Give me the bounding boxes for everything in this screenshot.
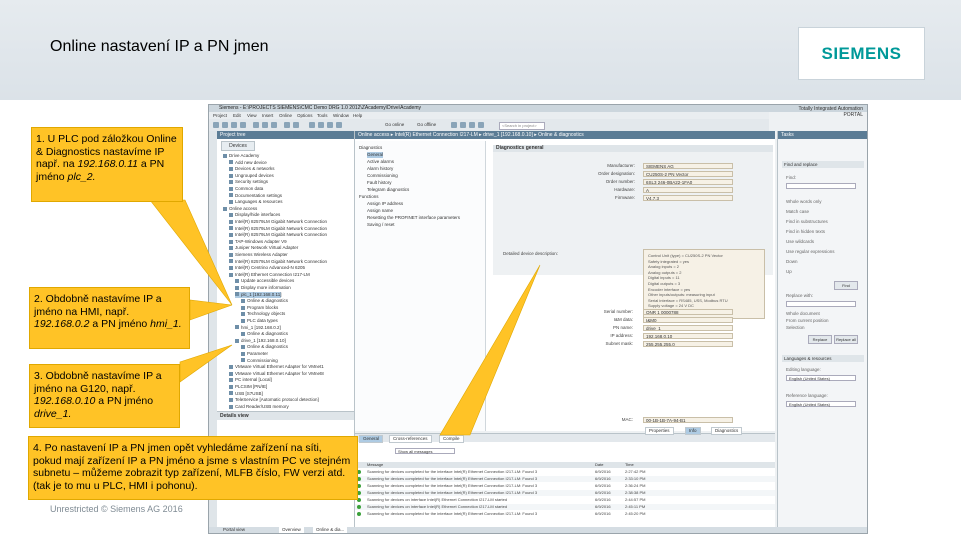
callout-g120-ip: 192.168.0.10 bbox=[34, 395, 96, 407]
callout-scan: 4. Po nastavení IP a PN jmen opět vyhled… bbox=[28, 436, 358, 500]
callout-g120: 3. Obdobně nastavíme IP a jméno na G120,… bbox=[29, 364, 180, 428]
callout-3-pointer bbox=[179, 344, 233, 383]
callout-hmi-text: 2. Obdobně nastavíme IP a jméno na HMI, … bbox=[34, 293, 162, 318]
callout-g120-mid: a PN jméno bbox=[95, 395, 154, 407]
callout-hmi: 2. Obdobně nastavíme IP a jméno na HMI, … bbox=[29, 287, 190, 349]
callout-2-pointer bbox=[189, 299, 233, 321]
callout-g120-text: 3. Obdobně nastavíme IP a jméno na G120,… bbox=[34, 370, 162, 395]
callout-hmi-ip: 192.168.0.2 bbox=[34, 318, 90, 330]
callout-plc: 1. U PLC pod záložkou Online & Diagnosti… bbox=[31, 127, 183, 202]
callout-hmi-name: hmi_1. bbox=[150, 318, 182, 330]
callout-hmi-mid: a PN jméno bbox=[89, 318, 151, 330]
callout-plc-ip: 192.168.0.11 bbox=[77, 158, 138, 170]
callout-plc-name: plc_2. bbox=[67, 170, 96, 183]
callout-scan-text: 4. Po nastavení IP a PN jmen opět vyhled… bbox=[33, 442, 351, 492]
callout-4-pointer bbox=[439, 264, 541, 436]
footer-copyright: Unrestricted © Siemens AG 2016 bbox=[50, 504, 183, 514]
callout-g120-name: drive_1. bbox=[34, 407, 72, 420]
